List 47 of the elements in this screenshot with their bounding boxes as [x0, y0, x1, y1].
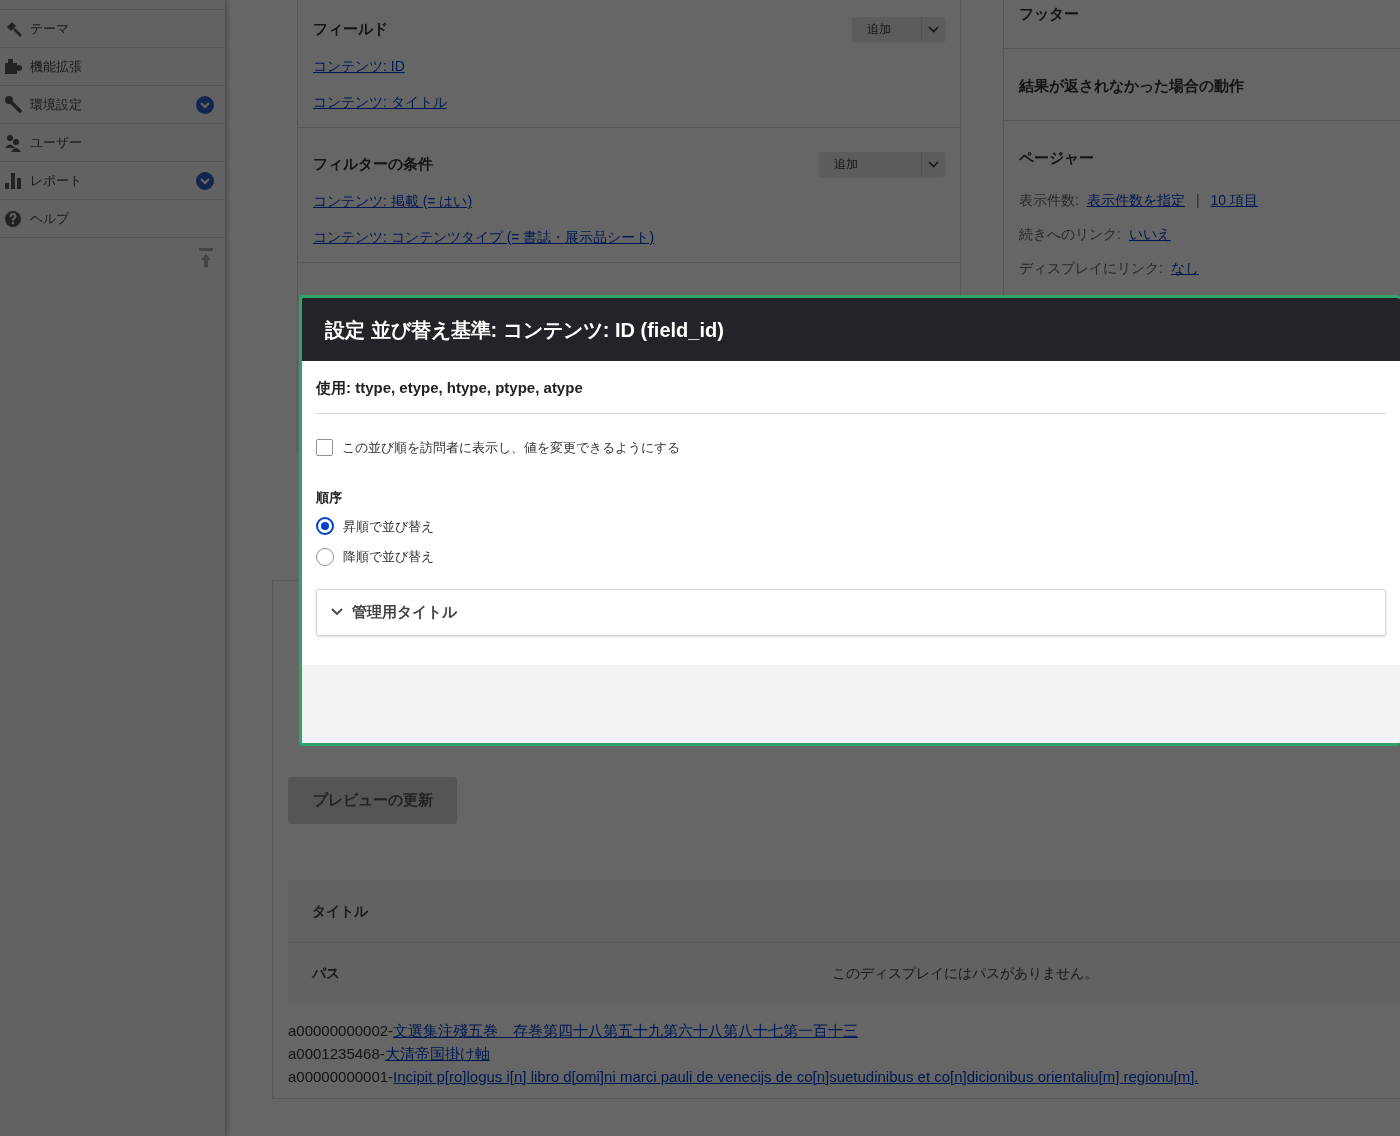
usage-text: 使用: ttype, etype, htype, ptype, atype	[316, 361, 1386, 414]
result-id: a0001235468-	[288, 1044, 385, 1064]
puzzle-icon	[4, 56, 22, 77]
pin-arrow-icon[interactable]	[199, 248, 213, 268]
sidebar-item[interactable]: 機能拡張	[0, 48, 225, 86]
checkbox[interactable]	[316, 438, 333, 456]
checkbox-label: この並び順を訪問者に表示し、値を変更できるようにする	[342, 438, 680, 457]
field-link[interactable]: コンテンツ: ID	[313, 56, 405, 77]
expand-chevron-icon[interactable]	[196, 95, 214, 114]
radio-label: 昇順で並び替え	[343, 517, 434, 536]
setting-link[interactable]: なし	[1170, 258, 1199, 279]
radio-label: 降順で並び替え	[343, 548, 434, 566]
section-title: 結果が返されなかった場合の動作	[1019, 76, 1245, 96]
field-link[interactable]: コンテンツ: コンテンツタイプ (= 書誌・展示品シート)	[313, 227, 655, 248]
setting-label: 続きへのリンク:	[1019, 225, 1121, 244]
result-id: a00000000001-	[288, 1067, 394, 1087]
row-value: このディスプレイにはパスがありません。	[832, 964, 1098, 983]
section-title: フィールド	[313, 18, 388, 39]
expand-chevron-icon[interactable]	[196, 171, 214, 190]
bar-chart-icon	[4, 170, 22, 191]
field-label: 順序	[316, 489, 343, 507]
sidebar-item[interactable]: ヘルプ	[0, 200, 225, 238]
section-title: ページャー	[1019, 148, 1095, 168]
section-title: フィルターの条件	[313, 153, 433, 174]
separator-text: |	[1194, 191, 1201, 210]
field-link[interactable]: コンテンツ: タイトル	[313, 92, 447, 113]
sidebar-item[interactable]: 環境設定	[0, 86, 225, 124]
result-link[interactable]: Incipit p[ro]logus i[n] libro d[omi]ni marci pauli de venecijs de co[n]suetudinibus et co[n]dicionibus orientaliu[m] regionu[m].	[393, 1065, 1199, 1088]
result-link[interactable]: 文選集注殘五巻 存巻第四十八第五十九第六十八第八十七第一百十三	[393, 1019, 859, 1042]
setting-link[interactable]: 表示件数を指定	[1086, 190, 1185, 211]
add-dropdown-button[interactable]: 追加	[819, 152, 945, 176]
details-summary[interactable]: 管理用タイトル	[316, 588, 1386, 636]
users-icon	[4, 132, 22, 153]
setting-link[interactable]: 10 項目	[1210, 190, 1258, 211]
dialog-title: 設定 並び替え基準: コンテンツ: ID (field_id)	[325, 317, 724, 343]
chevron-down-icon	[331, 608, 343, 616]
help-icon	[4, 208, 22, 229]
section-title: フッター	[1019, 4, 1080, 24]
radio-button[interactable]	[316, 517, 334, 536]
setting-label: 表示件数:	[1019, 191, 1079, 210]
result-id: a00000000002-	[288, 1021, 394, 1041]
field-link[interactable]: コンテンツ: 掲載 (= はい)	[313, 191, 473, 212]
setting-link[interactable]: いいえ	[1128, 224, 1171, 245]
result-link[interactable]: 大清帝国掛け軸	[384, 1042, 490, 1065]
add-dropdown-button[interactable]: 追加	[852, 17, 945, 41]
row-label: パス	[312, 964, 341, 983]
row-label: タイトル	[312, 901, 369, 921]
